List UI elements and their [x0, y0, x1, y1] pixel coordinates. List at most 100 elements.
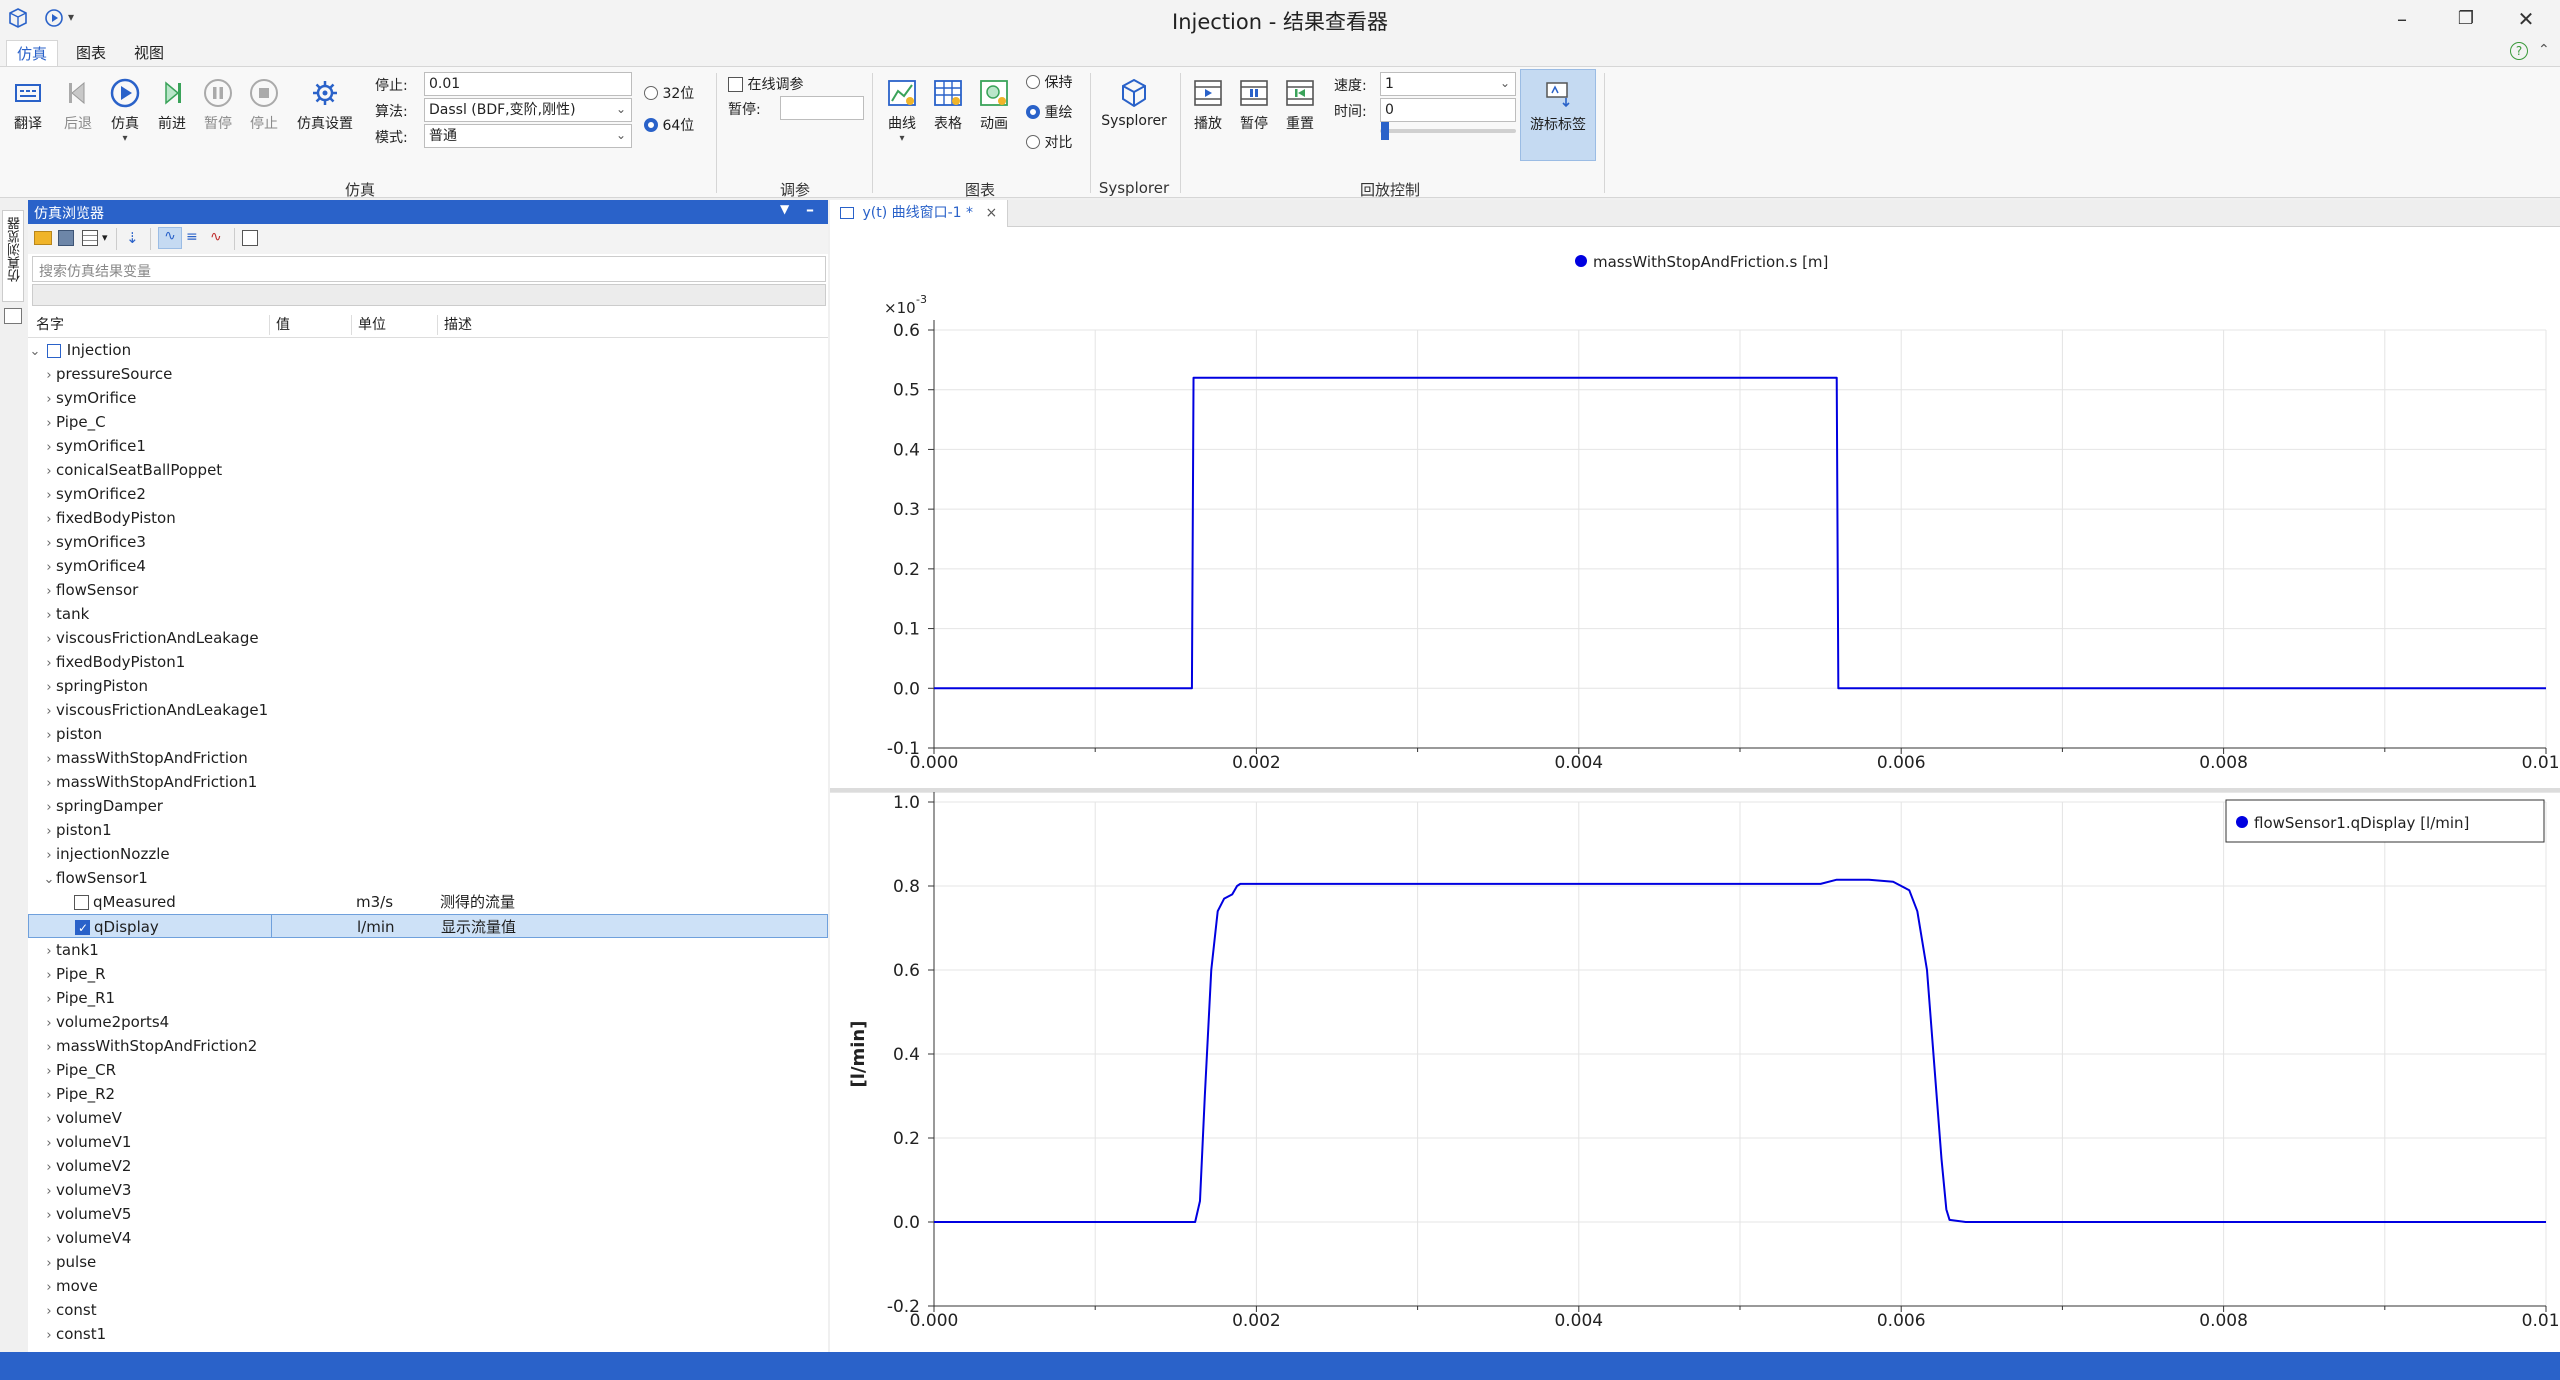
grid-icon[interactable]	[82, 230, 98, 246]
bits-64-radio[interactable]: 64位	[644, 115, 694, 135]
time-slider-track[interactable]	[1380, 129, 1516, 133]
chevron-right-icon[interactable]: ›	[42, 580, 56, 604]
tree-item[interactable]: › volume2ports4	[28, 1010, 828, 1034]
chevron-right-icon[interactable]: ›	[42, 1012, 56, 1036]
chevron-right-icon[interactable]: ›	[42, 508, 56, 532]
close-tab-icon[interactable]: ×	[985, 205, 997, 221]
keep-radio[interactable]: 保持	[1026, 72, 1072, 92]
tree-item-expanded[interactable]: ⌄ flowSensor1	[28, 866, 828, 890]
tree-item[interactable]: › Pipe_CR	[28, 1058, 828, 1082]
tab-simulation[interactable]: 仿真	[6, 40, 59, 66]
chevron-right-icon[interactable]: ›	[42, 724, 56, 748]
chevron-down-icon[interactable]: ⌄	[42, 868, 56, 892]
chevron-right-icon[interactable]: ›	[42, 1180, 56, 1204]
translate-button[interactable]: 翻译	[6, 77, 50, 133]
animation-button[interactable]: 动画	[972, 77, 1016, 133]
tree-item[interactable]: › pulse	[28, 1250, 828, 1274]
chevron-right-icon[interactable]: ›	[42, 460, 56, 484]
column-name[interactable]: 名字	[32, 315, 270, 335]
panel-minimize-icon[interactable]: –	[806, 200, 814, 219]
chevron-right-icon[interactable]: ›	[42, 844, 56, 868]
open-folder-icon[interactable]	[34, 231, 52, 245]
tree-item[interactable]: › flowSensor	[28, 578, 828, 602]
chevron-right-icon[interactable]: ›	[42, 1132, 56, 1156]
chevron-right-icon[interactable]: ›	[42, 436, 56, 460]
tree-item[interactable]: › volumeV4	[28, 1226, 828, 1250]
stop-button[interactable]: 停止	[242, 77, 286, 133]
tree-item[interactable]: › symOrifice2	[28, 482, 828, 506]
mode-select[interactable]: 普通 ⌄	[424, 124, 632, 148]
tree-item[interactable]: › symOrifice3	[28, 530, 828, 554]
tree-item[interactable]: › const	[28, 1298, 828, 1322]
chevron-right-icon[interactable]: ›	[42, 988, 56, 1012]
tree-variable-row[interactable]: ✓ qDisplay l/min 显示流量值	[28, 914, 828, 938]
algorithm-select[interactable]: Dassl (BDF,变阶,刚性) ⌄	[424, 98, 632, 122]
tree-item[interactable]: › symOrifice	[28, 386, 828, 410]
playback-reset-button[interactable]: 重置	[1278, 77, 1322, 133]
tree-item[interactable]: › tank	[28, 602, 828, 626]
chevron-right-icon[interactable]: ›	[42, 1060, 56, 1084]
chevron-right-icon[interactable]: ›	[42, 1204, 56, 1228]
tree-item[interactable]: › Pipe_R	[28, 962, 828, 986]
tree-item[interactable]: › volumeV5	[28, 1202, 828, 1226]
chevron-right-icon[interactable]: ›	[42, 964, 56, 988]
collapse-all-icon[interactable]	[242, 230, 258, 246]
image-icon[interactable]	[4, 308, 22, 324]
chevron-right-icon[interactable]: ›	[42, 700, 56, 724]
column-unit[interactable]: 单位	[354, 315, 438, 335]
tree-root[interactable]: ⌄ Injection	[28, 338, 828, 362]
dropdown-icon[interactable]: ▾	[102, 231, 108, 244]
chevron-right-icon[interactable]: ›	[42, 604, 56, 628]
chevron-right-icon[interactable]: ›	[42, 796, 56, 820]
tree-item[interactable]: › viscousFrictionAndLeakage	[28, 626, 828, 650]
filter-curves-icon[interactable]: ∿	[158, 227, 182, 249]
sort-icon[interactable]: ⇣	[126, 229, 139, 247]
chevron-right-icon[interactable]: ›	[42, 388, 56, 412]
legend-label[interactable]: massWithStopAndFriction.s [m]	[1593, 253, 1828, 271]
cursor-label-button[interactable]: 游标标签	[1520, 69, 1596, 161]
curve-dropdown-icon[interactable]: ▾	[880, 133, 924, 145]
tree-item[interactable]: › volumeV2	[28, 1154, 828, 1178]
chevron-right-icon[interactable]: ›	[42, 1324, 56, 1348]
tree-item[interactable]: › move	[28, 1274, 828, 1298]
chevron-right-icon[interactable]: ›	[42, 628, 56, 652]
tree-item[interactable]: › viscousFrictionAndLeakage1	[28, 698, 828, 722]
ribbon-collapse-icon[interactable]: ⌃	[2538, 42, 2550, 58]
filter-bar[interactable]	[32, 284, 826, 306]
table-button[interactable]: 表格	[926, 77, 970, 133]
tree-item[interactable]: › springPiston	[28, 674, 828, 698]
tab-chart[interactable]: 图表	[66, 40, 116, 66]
tree-item[interactable]: › volumeV	[28, 1106, 828, 1130]
online-tune-checkbox[interactable]: 在线调参	[728, 74, 803, 94]
checkbox-checked-icon[interactable]: ✓	[75, 920, 90, 935]
tree-variable-row[interactable]: qMeasured m3/s 测得的流量	[28, 890, 828, 914]
tree-item[interactable]: › massWithStopAndFriction	[28, 746, 828, 770]
tree-item[interactable]: › symOrifice4	[28, 554, 828, 578]
tree-item[interactable]: › Pipe_R2	[28, 1082, 828, 1106]
filter-params-icon[interactable]: ≡	[186, 229, 198, 245]
chevron-right-icon[interactable]: ›	[42, 1036, 56, 1060]
close-button[interactable]: ✕	[2496, 2, 2556, 36]
chevron-right-icon[interactable]: ›	[42, 1084, 56, 1108]
tree-item[interactable]: › massWithStopAndFriction1	[28, 770, 828, 794]
legend-label[interactable]: flowSensor1.qDisplay [l/min]	[2254, 814, 2469, 832]
playback-pause-button[interactable]: 暂停	[1232, 77, 1276, 133]
chevron-right-icon[interactable]: ›	[42, 748, 56, 772]
tree-item[interactable]: › conicalSeatBallPoppet	[28, 458, 828, 482]
chevron-right-icon[interactable]: ›	[42, 676, 56, 700]
chevron-right-icon[interactable]: ›	[42, 652, 56, 676]
chevron-right-icon[interactable]: ›	[42, 940, 56, 964]
chevron-right-icon[interactable]: ›	[42, 1156, 56, 1180]
tree-item[interactable]: › pressureSource	[28, 362, 828, 386]
minimize-button[interactable]: –	[2372, 2, 2432, 36]
chevron-down-icon[interactable]: ⌄	[28, 340, 42, 364]
tree-item[interactable]: › volumeV1	[28, 1130, 828, 1154]
pause-button[interactable]: 暂停	[196, 77, 240, 133]
time-slider-handle[interactable]	[1381, 122, 1389, 140]
tree-item[interactable]: › Pipe_C	[28, 410, 828, 434]
plot-upper[interactable]: 0.0000.0020.0040.0060.0080.0100.60.50.40…	[830, 228, 2560, 788]
step-forward-button[interactable]: 前进	[150, 77, 194, 133]
speed-select[interactable]: 1 ⌄	[1380, 72, 1516, 96]
tree-item[interactable]: › volumeV3	[28, 1178, 828, 1202]
sim-settings-button[interactable]: 仿真设置	[292, 77, 358, 133]
